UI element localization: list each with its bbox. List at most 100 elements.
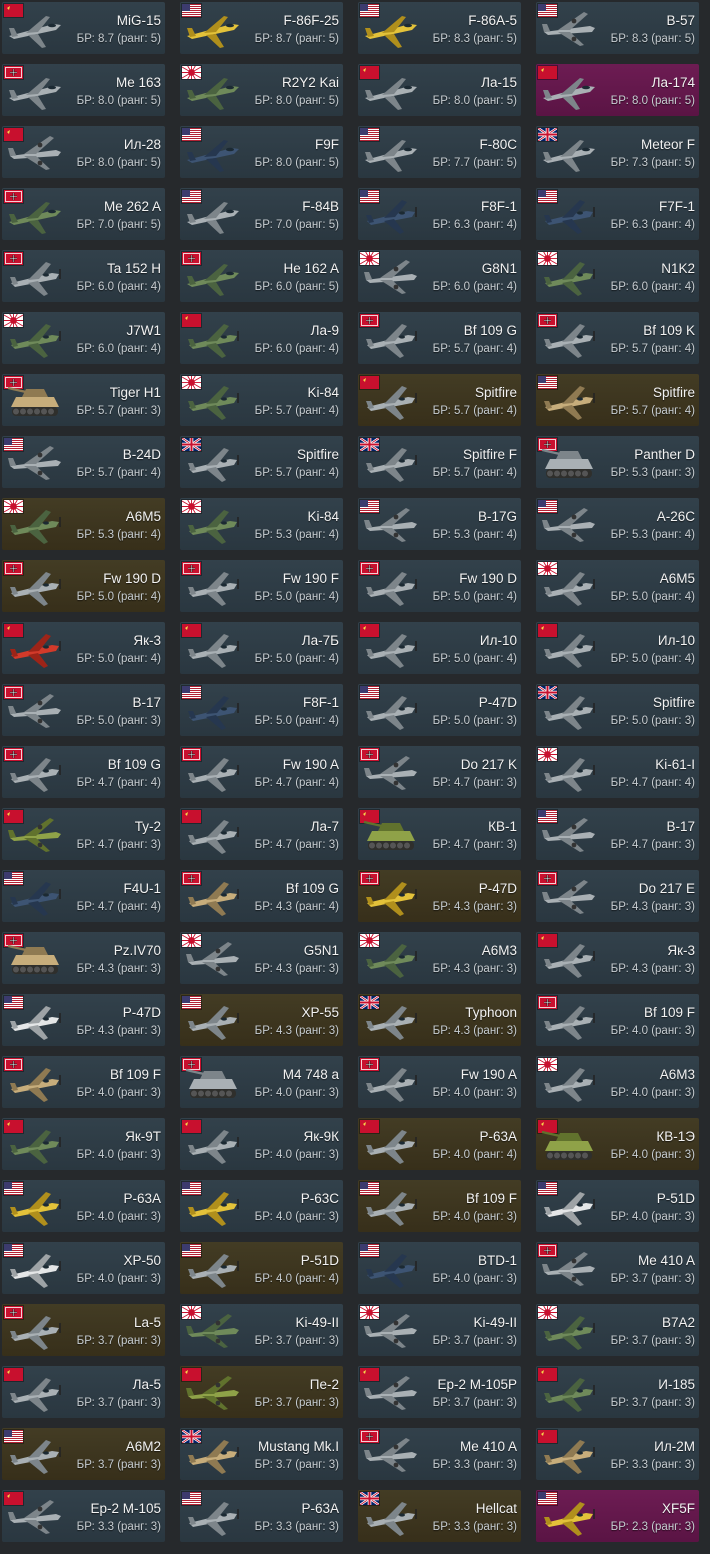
vehicle-card[interactable]: P-47D БР: 4.3 (ранг: 3) xyxy=(2,994,165,1046)
vehicle-card[interactable]: BTD-1 БР: 4.0 (ранг: 3) xyxy=(358,1242,521,1294)
vehicle-card[interactable]: F-86A-5 БР: 8.3 (ранг: 5) xyxy=(358,2,521,54)
vehicle-card[interactable]: Як-3 БР: 5.0 (ранг: 4) xyxy=(2,622,165,674)
vehicle-card[interactable]: P-63A БР: 4.0 (ранг: 3) xyxy=(2,1180,165,1232)
vehicle-card[interactable]: Як-3 БР: 4.3 (ранг: 3) xyxy=(536,932,699,984)
vehicle-card[interactable]: Ил-2М БР: 3.3 (ранг: 3) xyxy=(536,1428,699,1480)
vehicle-card[interactable]: N1K2 БР: 6.0 (ранг: 4) xyxy=(536,250,699,302)
vehicle-card[interactable]: Bf 109 F БР: 4.0 (ранг: 3) xyxy=(2,1056,165,1108)
vehicle-card[interactable]: Ер-2 М-105Р БР: 3.7 (ранг: 3) xyxy=(358,1366,521,1418)
vehicle-card[interactable]: Bf 109 G БР: 5.7 (ранг: 4) xyxy=(358,312,521,364)
vehicle-card[interactable]: Ил-10 БР: 5.0 (ранг: 4) xyxy=(536,622,699,674)
vehicle-card[interactable]: Ta 152 H БР: 6.0 (ранг: 4) xyxy=(2,250,165,302)
vehicle-card[interactable]: КВ-1Э БР: 4.0 (ранг: 3) xyxy=(536,1118,699,1170)
vehicle-card[interactable]: P-63A БР: 4.0 (ранг: 4) xyxy=(358,1118,521,1170)
vehicle-card[interactable]: La-5 БР: 3.7 (ранг: 3) xyxy=(2,1304,165,1356)
vehicle-card[interactable]: Ла-7 БР: 4.7 (ранг: 3) xyxy=(180,808,343,860)
vehicle-card[interactable]: Panther D БР: 5.3 (ранг: 3) xyxy=(536,436,699,488)
vehicle-card[interactable]: КВ-1 БР: 4.7 (ранг: 3) xyxy=(358,808,521,860)
vehicle-card[interactable]: R2Y2 Kai БР: 8.0 (ранг: 5) xyxy=(180,64,343,116)
vehicle-card[interactable]: F8F-1 БР: 5.0 (ранг: 4) xyxy=(180,684,343,736)
vehicle-card[interactable]: Bf 109 F БР: 4.0 (ранг: 3) xyxy=(358,1180,521,1232)
vehicle-card[interactable]: Пе-2 БР: 3.7 (ранг: 3) xyxy=(180,1366,343,1418)
vehicle-card[interactable]: Spitfire БР: 5.7 (ранг: 4) xyxy=(358,374,521,426)
vehicle-card[interactable]: Як-9Т БР: 4.0 (ранг: 3) xyxy=(2,1118,165,1170)
vehicle-card[interactable]: Pz.IV70 БР: 4.3 (ранг: 3) xyxy=(2,932,165,984)
vehicle-card[interactable]: Me 163 БР: 8.0 (ранг: 5) xyxy=(2,64,165,116)
vehicle-card[interactable]: G5N1 БР: 4.3 (ранг: 3) xyxy=(180,932,343,984)
vehicle-card[interactable]: Me 410 A БР: 3.7 (ранг: 3) xyxy=(536,1242,699,1294)
vehicle-card[interactable]: Ла-15 БР: 8.0 (ранг: 5) xyxy=(358,64,521,116)
vehicle-card[interactable]: Meteor F БР: 7.3 (ранг: 5) xyxy=(536,126,699,178)
vehicle-card[interactable]: Bf 109 K БР: 5.7 (ранг: 4) xyxy=(536,312,699,364)
vehicle-card[interactable]: XP-55 БР: 4.3 (ранг: 3) xyxy=(180,994,343,1046)
vehicle-card[interactable]: XF5F БР: 2.3 (ранг: 3) xyxy=(536,1490,699,1542)
vehicle-card[interactable]: P-51D БР: 4.0 (ранг: 4) xyxy=(180,1242,343,1294)
vehicle-card[interactable]: B-57 БР: 8.3 (ранг: 5) xyxy=(536,2,699,54)
vehicle-card[interactable]: Як-9К БР: 4.0 (ранг: 3) xyxy=(180,1118,343,1170)
vehicle-card[interactable]: P-63C БР: 4.0 (ранг: 3) xyxy=(180,1180,343,1232)
vehicle-card[interactable]: Do 217 K БР: 4.7 (ранг: 3) xyxy=(358,746,521,798)
vehicle-card[interactable]: P-47D БР: 5.0 (ранг: 3) xyxy=(358,684,521,736)
vehicle-card[interactable]: A6M5 БР: 5.0 (ранг: 4) xyxy=(536,560,699,612)
vehicle-card[interactable]: F9F БР: 8.0 (ранг: 5) xyxy=(180,126,343,178)
vehicle-card[interactable]: Spitfire F БР: 5.7 (ранг: 4) xyxy=(358,436,521,488)
vehicle-card[interactable]: Fw 190 D БР: 5.0 (ранг: 4) xyxy=(358,560,521,612)
vehicle-card[interactable]: Ла-5 БР: 3.7 (ранг: 3) xyxy=(2,1366,165,1418)
vehicle-card[interactable]: Me 262 A БР: 7.0 (ранг: 5) xyxy=(2,188,165,240)
vehicle-card[interactable]: B-24D БР: 5.7 (ранг: 4) xyxy=(2,436,165,488)
vehicle-card[interactable]: A6M3 БР: 4.0 (ранг: 3) xyxy=(536,1056,699,1108)
vehicle-card[interactable]: Me 410 A БР: 3.3 (ранг: 3) xyxy=(358,1428,521,1480)
vehicle-card[interactable]: A6M5 БР: 5.3 (ранг: 4) xyxy=(2,498,165,550)
vehicle-card[interactable]: Typhoon БР: 4.3 (ранг: 3) xyxy=(358,994,521,1046)
vehicle-card[interactable]: Ил-28 БР: 8.0 (ранг: 5) xyxy=(2,126,165,178)
vehicle-card[interactable]: Fw 190 A БР: 4.7 (ранг: 4) xyxy=(180,746,343,798)
vehicle-card[interactable]: J7W1 БР: 6.0 (ранг: 4) xyxy=(2,312,165,364)
vehicle-card[interactable]: Fw 190 F БР: 5.0 (ранг: 4) xyxy=(180,560,343,612)
vehicle-card[interactable]: F-84B БР: 7.0 (ранг: 5) xyxy=(180,188,343,240)
vehicle-card[interactable]: B-17 БР: 4.7 (ранг: 3) xyxy=(536,808,699,860)
vehicle-card[interactable]: Mustang Mk.I БР: 3.7 (ранг: 3) xyxy=(180,1428,343,1480)
vehicle-card[interactable]: M4 748 a БР: 4.0 (ранг: 3) xyxy=(180,1056,343,1108)
vehicle-card[interactable]: A-26C БР: 5.3 (ранг: 4) xyxy=(536,498,699,550)
vehicle-card[interactable]: F7F-1 БР: 6.3 (ранг: 4) xyxy=(536,188,699,240)
vehicle-card[interactable]: И-185 БР: 3.7 (ранг: 3) xyxy=(536,1366,699,1418)
vehicle-card[interactable]: P-47D БР: 4.3 (ранг: 3) xyxy=(358,870,521,922)
vehicle-card[interactable]: Spitfire БР: 5.0 (ранг: 3) xyxy=(536,684,699,736)
vehicle-card[interactable]: P-51D БР: 4.0 (ранг: 3) xyxy=(536,1180,699,1232)
vehicle-card[interactable]: Tiger H1 БР: 5.7 (ранг: 3) xyxy=(2,374,165,426)
vehicle-card[interactable]: Ил-10 БР: 5.0 (ранг: 4) xyxy=(358,622,521,674)
vehicle-card[interactable]: Ла-9 БР: 6.0 (ранг: 4) xyxy=(180,312,343,364)
vehicle-card[interactable]: F-86F-25 БР: 8.7 (ранг: 5) xyxy=(180,2,343,54)
vehicle-card[interactable]: He 162 A БР: 6.0 (ранг: 5) xyxy=(180,250,343,302)
vehicle-card[interactable]: Ki-49-II БР: 3.7 (ранг: 3) xyxy=(180,1304,343,1356)
vehicle-card[interactable]: Ла-174 БР: 8.0 (ранг: 5) xyxy=(536,64,699,116)
vehicle-card[interactable]: B-17 БР: 5.0 (ранг: 3) xyxy=(2,684,165,736)
vehicle-card[interactable]: P-63A БР: 3.3 (ранг: 3) xyxy=(180,1490,343,1542)
vehicle-card[interactable]: Ki-49-II БР: 3.7 (ранг: 3) xyxy=(358,1304,521,1356)
vehicle-card[interactable]: A6M2 БР: 3.7 (ранг: 3) xyxy=(2,1428,165,1480)
vehicle-card[interactable]: MiG-15 БР: 8.7 (ранг: 5) xyxy=(2,2,165,54)
vehicle-card[interactable]: Fw 190 A БР: 4.0 (ранг: 3) xyxy=(358,1056,521,1108)
vehicle-card[interactable]: XP-50 БР: 4.0 (ранг: 3) xyxy=(2,1242,165,1294)
vehicle-card[interactable]: Do 217 E БР: 4.3 (ранг: 3) xyxy=(536,870,699,922)
vehicle-card[interactable]: Bf 109 G БР: 4.3 (ранг: 4) xyxy=(180,870,343,922)
vehicle-card[interactable]: Fw 190 D БР: 5.0 (ранг: 4) xyxy=(2,560,165,612)
vehicle-card[interactable]: B7A2 БР: 3.7 (ранг: 3) xyxy=(536,1304,699,1356)
vehicle-card[interactable]: Spitfire БР: 5.7 (ранг: 4) xyxy=(536,374,699,426)
vehicle-card[interactable]: F-80C БР: 7.7 (ранг: 5) xyxy=(358,126,521,178)
vehicle-card[interactable]: Ла-7Б БР: 5.0 (ранг: 4) xyxy=(180,622,343,674)
vehicle-card[interactable]: Bf 109 G БР: 4.7 (ранг: 4) xyxy=(2,746,165,798)
vehicle-card[interactable]: Spitfire БР: 5.7 (ранг: 4) xyxy=(180,436,343,488)
vehicle-card[interactable]: Bf 109 F БР: 4.0 (ранг: 3) xyxy=(536,994,699,1046)
vehicle-card[interactable]: F4U-1 БР: 4.7 (ранг: 4) xyxy=(2,870,165,922)
vehicle-card[interactable]: F8F-1 БР: 6.3 (ранг: 4) xyxy=(358,188,521,240)
vehicle-card[interactable]: G8N1 БР: 6.0 (ранг: 4) xyxy=(358,250,521,302)
vehicle-card[interactable]: Ki-84 БР: 5.7 (ранг: 4) xyxy=(180,374,343,426)
vehicle-card[interactable]: Ki-84 БР: 5.3 (ранг: 4) xyxy=(180,498,343,550)
vehicle-card[interactable]: Ту-2 БР: 4.7 (ранг: 3) xyxy=(2,808,165,860)
vehicle-card[interactable]: Ер-2 М-105 БР: 3.3 (ранг: 3) xyxy=(2,1490,165,1542)
vehicle-card[interactable]: B-17G БР: 5.3 (ранг: 4) xyxy=(358,498,521,550)
vehicle-card[interactable]: A6M3 БР: 4.3 (ранг: 3) xyxy=(358,932,521,984)
vehicle-card[interactable]: Hellcat БР: 3.3 (ранг: 3) xyxy=(358,1490,521,1542)
vehicle-card[interactable]: Ki-61-I БР: 4.7 (ранг: 4) xyxy=(536,746,699,798)
